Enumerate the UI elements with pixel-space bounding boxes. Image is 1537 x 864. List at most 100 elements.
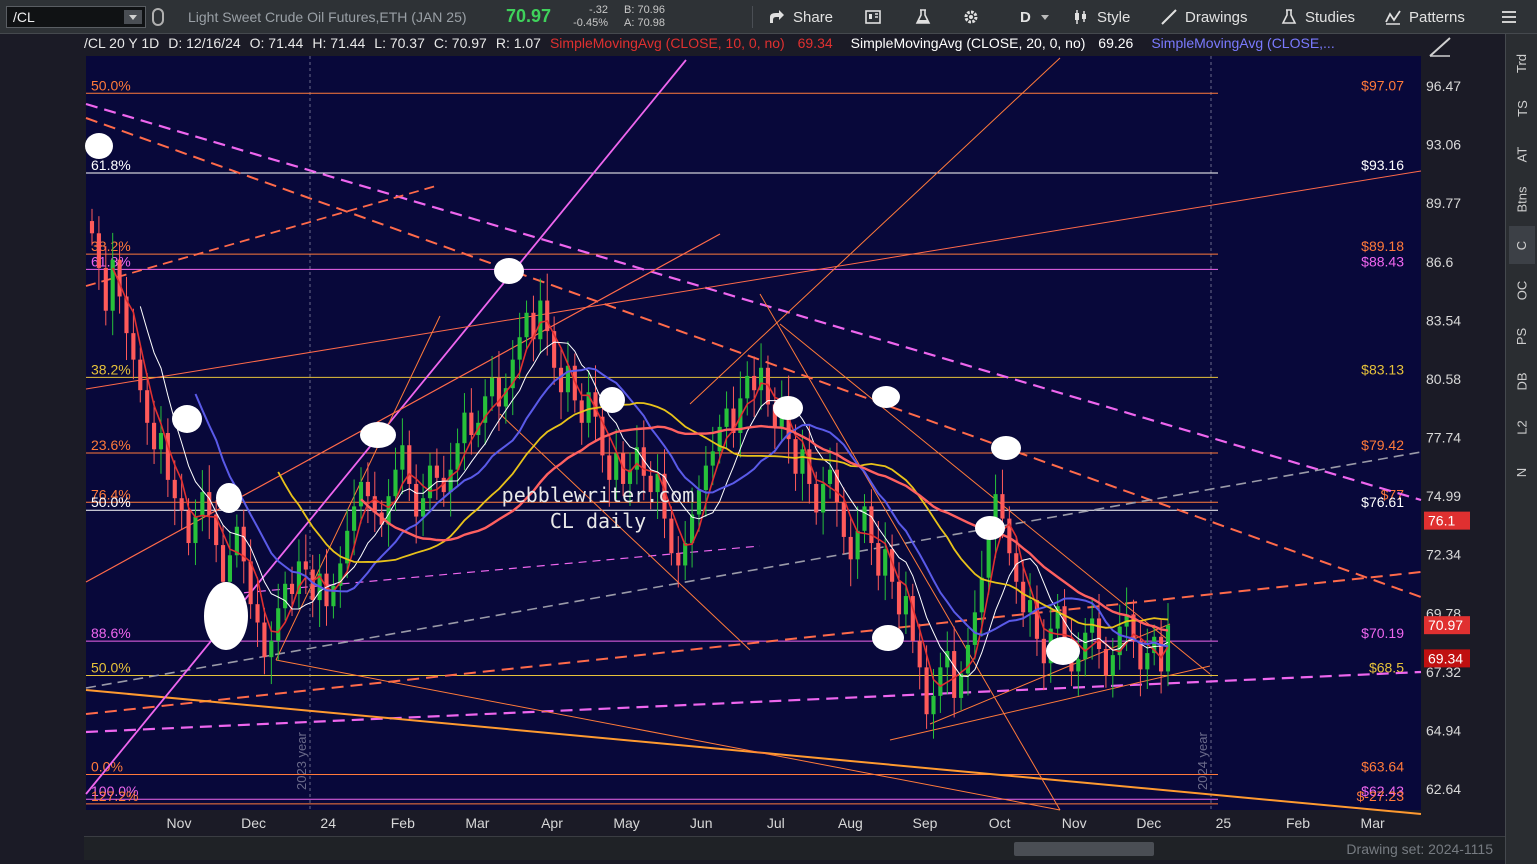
candle-body: [690, 514, 695, 544]
x-tick-label: Nov: [167, 815, 192, 831]
side-tab-trd[interactable]: Trd: [1509, 44, 1535, 82]
side-tab-at[interactable]: AT: [1509, 135, 1535, 173]
side-tab-label: N: [1514, 467, 1530, 478]
candle-body: [255, 604, 260, 623]
x-tick-label: 24: [320, 815, 336, 831]
plot-background: [86, 56, 1421, 810]
candle-body: [876, 543, 881, 576]
candle-body: [924, 667, 929, 715]
info-range: R: 1.07: [495, 35, 541, 51]
side-tab-label: TS: [1514, 100, 1530, 117]
candle-body: [800, 449, 805, 474]
x-tick-label: May: [613, 815, 639, 831]
fib-level-price: $-27.23: [1357, 788, 1405, 804]
candle-body: [227, 555, 233, 582]
side-tab-oc[interactable]: OC: [1509, 272, 1535, 310]
period-label: D: [1020, 8, 1031, 26]
flask-button[interactable]: [914, 0, 939, 34]
pattern-icon: [1385, 10, 1401, 25]
info-high: H: 71.44: [312, 35, 366, 51]
side-tab-btns[interactable]: Btns: [1509, 181, 1535, 219]
highlight-marker: [872, 386, 900, 408]
settings-button[interactable]: [962, 0, 987, 34]
candle-body: [931, 695, 936, 715]
info-open: O: 71.44: [249, 35, 304, 51]
pencil-line-icon: [1161, 9, 1177, 25]
highlight-marker: [360, 422, 396, 448]
candle-body: [421, 498, 426, 517]
layout-list-icon: [1502, 11, 1516, 23]
instrument-description: Light Sweet Crude Oil Futures,ETH (JAN 2…: [188, 9, 467, 25]
candle-body: [827, 469, 833, 484]
drawing-set-label: Drawing set: 2024-1115: [1346, 841, 1493, 857]
candle-body: [517, 337, 522, 360]
fib-level-price: $79.42: [1361, 437, 1404, 453]
candle-body: [138, 359, 143, 391]
chart-scrollbar[interactable]: Drawing set: 2024-1115: [84, 836, 1505, 860]
candle-body: [793, 439, 798, 474]
gear-icon: [964, 10, 978, 24]
candle-body: [696, 490, 702, 515]
toolbar-separator: [752, 6, 753, 28]
side-tab-ps[interactable]: PS: [1509, 317, 1535, 355]
drawings-button[interactable]: Drawings: [1160, 0, 1248, 34]
candle-body: [462, 412, 467, 444]
side-tab-label: DB: [1514, 372, 1530, 391]
side-tab-label: OC: [1514, 280, 1530, 301]
layout-button[interactable]: [1500, 0, 1525, 34]
share-button[interactable]: Share: [768, 0, 833, 34]
fib-level-percent: 50.0%: [91, 660, 131, 676]
candle-body: [1083, 632, 1088, 660]
side-tab-n[interactable]: N: [1509, 454, 1535, 492]
info-low: L: 70.37: [374, 35, 425, 51]
candle-body: [289, 583, 295, 594]
y-tick-label: 86.6: [1426, 254, 1453, 270]
trading-platform-window: /CL Light Sweet Crude Oil Futures,ETH (J…: [0, 0, 1537, 864]
highlight-marker: [1046, 637, 1080, 665]
year-marker-label: 2024 year: [1195, 732, 1210, 790]
sma20-label: SimpleMovingAvg (CLOSE, 20, 0, no): [850, 35, 1086, 51]
fib-level-percent: 38.2%: [91, 361, 131, 377]
x-tick-label: Dec: [1136, 815, 1161, 831]
candle-body: [545, 300, 550, 332]
highlight-marker: [991, 436, 1021, 460]
patterns-label: Patterns: [1409, 8, 1465, 26]
link-icon[interactable]: [152, 8, 164, 26]
highlight-marker: [494, 258, 524, 284]
chart-settings-button[interactable]: [864, 0, 889, 34]
info-sma20[interactable]: SimpleMovingAvg (CLOSE, 20, 0, no) 69.26: [851, 35, 1143, 57]
candle-body: [896, 581, 902, 615]
sma20-value: 69.26: [1098, 35, 1134, 51]
side-tab-c[interactable]: C: [1509, 226, 1535, 264]
candle-body: [1096, 618, 1102, 650]
symbol-input[interactable]: /CL: [6, 6, 146, 28]
info-close: C: 70.97: [433, 35, 487, 51]
y-tick-label: 93.06: [1426, 137, 1461, 153]
style-button[interactable]: Style: [1072, 0, 1130, 34]
price-chart[interactable]: 96.47 93.06 89.77 86.6 83.54 80.58 77.74 74.99 7…: [0, 34, 1505, 836]
info-sma-more[interactable]: SimpleMovingAvg (CLOSE,...: [1151, 35, 1334, 57]
candle-body: [152, 422, 157, 450]
candle-body: [427, 465, 433, 499]
y-tick-label: 80.58: [1426, 371, 1461, 387]
candle-body: [1027, 600, 1033, 613]
side-tab-l2[interactable]: L2: [1509, 408, 1535, 446]
side-tab-db[interactable]: DB: [1509, 363, 1535, 401]
highlight-marker: [204, 582, 248, 650]
patterns-button[interactable]: Patterns: [1384, 0, 1465, 34]
candle-body: [407, 445, 412, 484]
studies-button[interactable]: Studies: [1280, 0, 1355, 34]
highlight-marker: [773, 396, 803, 420]
symbol-dropdown-icon[interactable]: [124, 10, 142, 24]
year-marker-label: 2023 year: [294, 732, 309, 790]
y-tick-label: 62.64: [1426, 781, 1461, 797]
candle-body: [489, 377, 495, 397]
period-button[interactable]: D: [1020, 0, 1049, 34]
scroll-thumb[interactable]: [1014, 842, 1154, 856]
share-icon: [770, 10, 784, 23]
bid-ask: B: 70.96 A: 70.98: [624, 4, 665, 30]
info-sma10[interactable]: SimpleMovingAvg (CLOSE, 10, 0, no) 69.34: [550, 35, 842, 57]
side-tab-ts[interactable]: TS: [1509, 90, 1535, 128]
flask-icon: [915, 9, 931, 24]
studies-label: Studies: [1305, 8, 1356, 26]
